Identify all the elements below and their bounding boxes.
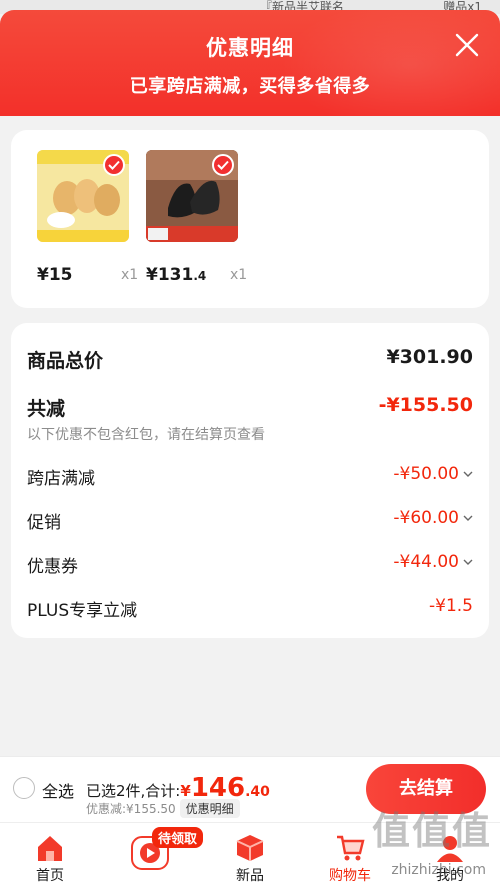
discount-text: 优惠减:¥155.50: [86, 802, 176, 816]
discount-label: 促销: [27, 513, 61, 533]
tab-label: 新品: [236, 868, 264, 884]
selected-count-text: 已选2件,合计:: [86, 782, 181, 800]
chevron-down-icon: [463, 515, 473, 521]
selected-products-card: ¥15 x1 ¥131.4 x1: [11, 130, 489, 308]
home-icon: [38, 836, 62, 861]
discount-detail-toggle[interactable]: 优惠明细: [179, 799, 240, 818]
close-icon[interactable]: [454, 32, 480, 58]
discount-label: 优惠券: [27, 557, 78, 577]
watermark-logo: 值值值: [371, 809, 492, 853]
tab-label: 首页: [36, 868, 64, 884]
discount-label: 跨店满减: [27, 469, 95, 489]
new-box-icon: [236, 835, 264, 861]
discount-summary: 优惠减:¥155.50 优惠明细: [86, 799, 240, 818]
product-item-bread[interactable]: ¥15 x1: [37, 150, 138, 285]
checked-icon[interactable]: [103, 154, 125, 176]
sheet-subtitle: 已享跨店满减，买得多省得多: [129, 76, 371, 97]
product-thumbnail[interactable]: [37, 150, 129, 242]
product-item-shoes[interactable]: ¥131.4 x1: [146, 150, 247, 285]
discount-value: -¥44.00: [393, 552, 473, 572]
discount-value: -¥50.00: [393, 464, 473, 484]
cart-icon: [337, 835, 365, 861]
select-all-radio[interactable]: [13, 777, 35, 799]
total-amount: ¥146.40: [180, 773, 270, 803]
chevron-down-icon: [463, 559, 473, 565]
total-reduction-label: 共减: [27, 398, 66, 420]
sheet-title: 优惠明细: [206, 36, 294, 60]
select-all-label[interactable]: 全选: [42, 778, 74, 802]
price-summary-card: 商品总价 ¥301.90 共减 -¥155.50 以下优惠不包含红包，请在结算页…: [11, 323, 489, 638]
tab-label: 购物车: [329, 868, 371, 884]
total-price-value: ¥301.90: [386, 346, 473, 368]
product-qty: x1: [230, 267, 248, 283]
tab-badge: 待领取: [152, 827, 204, 848]
product-qty: x1: [121, 267, 139, 283]
product-price: ¥131.4: [146, 265, 207, 285]
chevron-down-icon: [463, 471, 473, 477]
reduction-note: 以下优惠不包含红包，请在结算页查看: [27, 427, 265, 443]
total-reduction-value: -¥155.50: [378, 394, 473, 416]
checked-icon[interactable]: [212, 154, 234, 176]
discount-value: -¥1.5: [429, 596, 473, 616]
product-thumbnail[interactable]: [146, 150, 238, 242]
product-price: ¥15: [37, 265, 73, 285]
discount-value: -¥60.00: [393, 508, 473, 528]
watermark-url: zhizhizhi.com: [391, 862, 486, 878]
tab-new[interactable]: 新品: [200, 823, 300, 889]
discount-label: PLUS专享立减: [27, 601, 138, 621]
tab-home[interactable]: 首页: [0, 823, 100, 889]
total-price-label: 商品总价: [27, 350, 104, 372]
tab-video-gift[interactable]: 待领取: [100, 823, 204, 889]
discount-detail-header: 优惠明细 已享跨店满减，买得多省得多: [0, 10, 500, 116]
